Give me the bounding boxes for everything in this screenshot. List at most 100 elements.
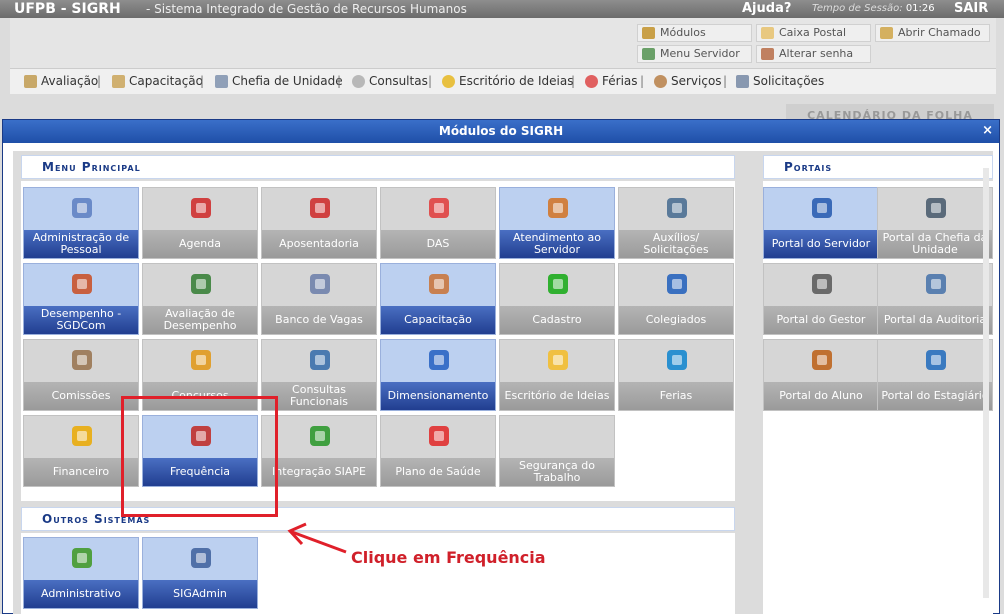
- main-tile-dimensionamento[interactable]: Dimensionamento: [380, 339, 496, 411]
- person-intern-icon: [922, 346, 950, 374]
- separator: |: [97, 74, 102, 88]
- menu-escritorio[interactable]: Escritório de Ideias: [442, 74, 573, 88]
- portal-tile-portal-do-estagi-rio[interactable]: Portal do Estagiário: [877, 339, 993, 411]
- top-bar: UFPB - SIGRH - Sistema Integrado de Gest…: [0, 0, 1004, 18]
- dollar-coin-icon: [68, 422, 96, 450]
- portal-tile-portal-da-chefia-da-unidade[interactable]: Portal da Chefia da Unidade: [877, 187, 993, 259]
- tile-label: Atendimento ao Servidor: [500, 230, 614, 258]
- separator: |: [571, 74, 576, 88]
- main-tile-seguran-a-do-trabalho[interactable]: Segurança do Trabalho: [499, 415, 615, 487]
- main-tile-capacita-o[interactable]: Capacitação: [380, 263, 496, 335]
- main-tile-aposentadoria[interactable]: Aposentadoria: [261, 187, 377, 259]
- close-icon[interactable]: ×: [982, 120, 993, 142]
- menu-avaliacao[interactable]: Avaliação: [24, 74, 98, 88]
- person-search-icon: [922, 270, 950, 298]
- main-tile-avalia-o-de-desempenho[interactable]: Avaliação de Desempenho: [142, 263, 258, 335]
- main-tile-plano-de-sa-de[interactable]: Plano de Saúde: [380, 415, 496, 487]
- portal-tile-portal-do-aluno[interactable]: Portal do Aluno: [763, 339, 879, 411]
- caixa-postal-label: Caixa Postal: [779, 26, 847, 39]
- people-icon: [68, 270, 96, 298]
- menu-chefia[interactable]: Chefia de Unidade: [215, 74, 343, 88]
- tile-label: Consultas Funcionais: [262, 382, 376, 410]
- person-student-icon: [808, 346, 836, 374]
- main-tile-atendimento-ao-servidor[interactable]: Atendimento ao Servidor: [499, 187, 615, 259]
- cubes-icon: [425, 346, 453, 374]
- tile-label: Cadastro: [500, 306, 614, 334]
- menu-ferias[interactable]: Férias: [585, 74, 638, 88]
- separator: |: [200, 74, 205, 88]
- main-tile-escrit-rio-de-ideias[interactable]: Escritório de Ideias: [499, 339, 615, 411]
- tile-label: Escritório de Ideias: [500, 382, 614, 410]
- modal-body: Menu Principal Portais Outros Sistemas A…: [13, 151, 993, 614]
- main-tile-banco-de-vagas[interactable]: Banco de Vagas: [261, 263, 377, 335]
- magnifier-icon: [352, 75, 365, 88]
- headset-person-icon: [544, 194, 572, 222]
- app-window: UFPB - SIGRH - Sistema Integrado de Gest…: [0, 0, 1004, 614]
- menu-capacitacao-label: Capacitação: [129, 74, 203, 88]
- abrir-chamado-button[interactable]: Abrir Chamado: [875, 24, 990, 42]
- menu-consultas[interactable]: Consultas: [352, 74, 428, 88]
- arrows-cubes-icon: [306, 422, 334, 450]
- system-subtitle: - Sistema Integrado de Gestão de Recurso…: [146, 2, 467, 16]
- separator: |: [337, 74, 342, 88]
- separator: |: [428, 74, 433, 88]
- mailbox-icon: [761, 27, 774, 39]
- session-timer: Tempo de Sessão: 01:26: [812, 0, 935, 18]
- main-menubar: Avaliação Capacitação Chefia de Unidade …: [10, 68, 996, 94]
- menu-solicitacoes-label: Solicitações: [753, 74, 825, 88]
- pencil-paper-icon: [187, 346, 215, 374]
- menu-avaliacao-label: Avaliação: [41, 74, 99, 88]
- help-link[interactable]: Ajuda?: [742, 0, 791, 18]
- main-tile-administra-o-de-pessoal[interactable]: Administração de Pessoal: [23, 187, 139, 259]
- menu-solicitacoes[interactable]: Solicitações: [736, 74, 824, 88]
- annotation-text: Clique em Frequência: [351, 548, 546, 567]
- main-tile-desempenho-sgdcom[interactable]: Desempenho - SGDCom: [23, 263, 139, 335]
- magnifier-icon: [306, 346, 334, 374]
- tile-label: Dimensionamento: [381, 382, 495, 410]
- separator: |: [640, 74, 645, 88]
- other-tile-administrativo[interactable]: Administrativo: [23, 537, 139, 609]
- main-tile-agenda[interactable]: Agenda: [142, 187, 258, 259]
- das-icon: [425, 194, 453, 222]
- portal-tile-portal-do-servidor[interactable]: Portal do Servidor: [763, 187, 879, 259]
- system-brand[interactable]: UFPB - SIGRH: [14, 0, 121, 18]
- database-icon: [306, 270, 334, 298]
- menu-servidor-button[interactable]: Menu Servidor: [637, 45, 752, 63]
- broom-icon: [880, 27, 893, 39]
- menu-capacitacao[interactable]: Capacitação: [112, 74, 203, 88]
- portal-scrollbar[interactable]: [983, 168, 989, 598]
- separator: |: [723, 74, 728, 88]
- other-tile-sigadmin[interactable]: SIGAdmin: [142, 537, 258, 609]
- main-tile-colegiados[interactable]: Colegiados: [618, 263, 734, 335]
- main-tile-consultas-funcionais[interactable]: Consultas Funcionais: [261, 339, 377, 411]
- modulos-button[interactable]: Módulos: [637, 24, 752, 42]
- section-portais: Portais: [763, 155, 993, 179]
- alterar-senha-button[interactable]: Alterar senha: [756, 45, 871, 63]
- caixa-postal-button[interactable]: Caixa Postal: [756, 24, 871, 42]
- menu-servicos[interactable]: Serviços: [654, 74, 722, 88]
- portal-tile-portal-da-auditoria[interactable]: Portal da Auditoria: [877, 263, 993, 335]
- org-chart-icon: [215, 75, 228, 88]
- session-label: Tempo de Sessão:: [812, 3, 903, 14]
- main-tile-cadastro[interactable]: Cadastro: [499, 263, 615, 335]
- tile-label: Portal da Auditoria: [878, 306, 992, 334]
- main-tile-aux-lios-solicita-es[interactable]: Auxílios/ Solicitações: [618, 187, 734, 259]
- tile-label: Integração SIAPE: [262, 458, 376, 486]
- calendar-check-icon: [306, 194, 334, 222]
- alterar-senha-label: Alterar senha: [779, 47, 854, 60]
- tile-label: Portal do Estagiário: [878, 382, 992, 410]
- header-area: Módulos Caixa Postal Abrir Chamado Menu …: [10, 18, 996, 68]
- book-icon: [112, 75, 125, 88]
- computer-icon: [663, 194, 691, 222]
- medical-cross-icon: [425, 422, 453, 450]
- modal-title: Módulos do SIGRH ×: [3, 120, 999, 143]
- main-tile-das[interactable]: DAS: [380, 187, 496, 259]
- modal-title-text: Módulos do SIGRH: [438, 124, 564, 138]
- frequencia-highlight-box: [121, 396, 278, 517]
- logout-link[interactable]: SAIR: [954, 0, 988, 18]
- main-tile-integra-o-siape[interactable]: Integração SIAPE: [261, 415, 377, 487]
- person-icon: [654, 75, 667, 88]
- portal-tile-portal-do-gestor[interactable]: Portal do Gestor: [763, 263, 879, 335]
- admin-computer-icon: [187, 544, 215, 572]
- main-tile-ferias[interactable]: Ferias: [618, 339, 734, 411]
